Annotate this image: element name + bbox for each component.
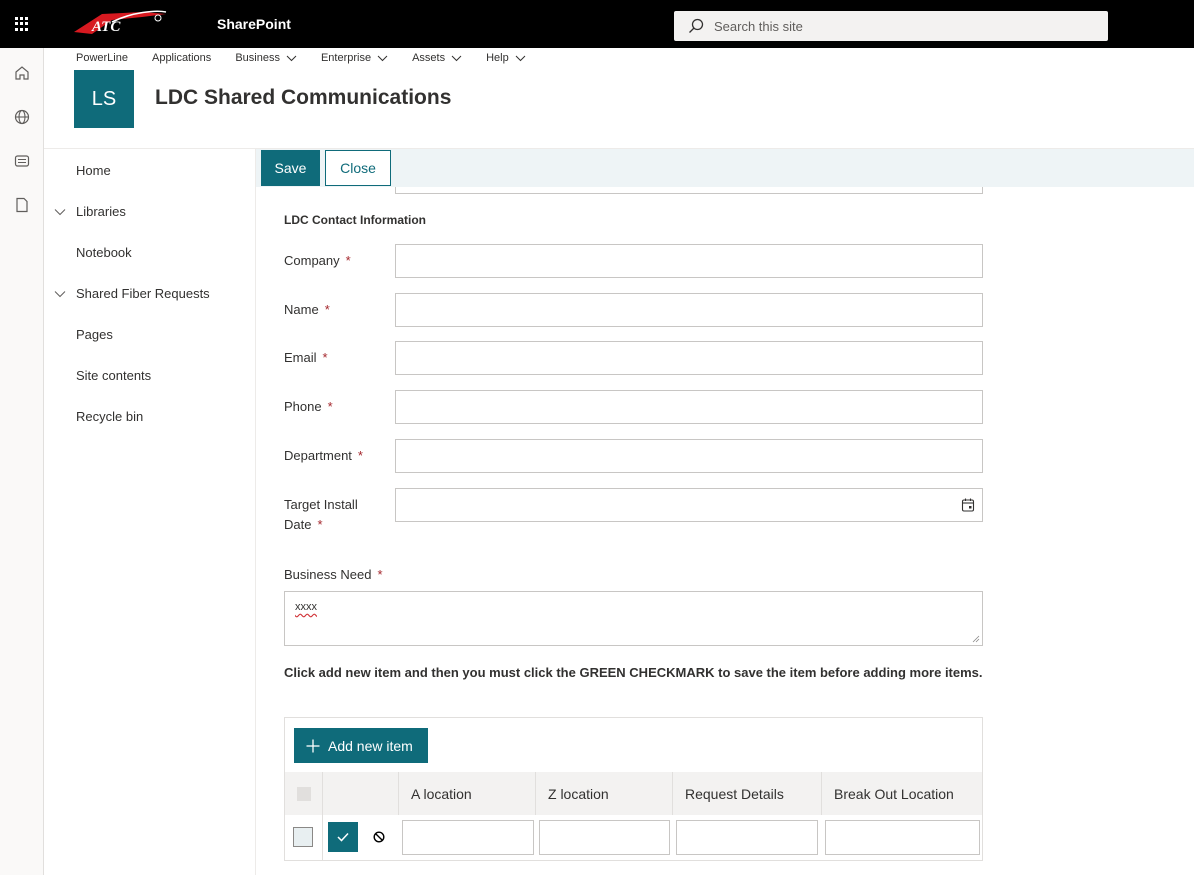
app-bar [0,48,44,875]
nav-item-pages[interactable]: Pages [76,327,113,342]
left-navigation: Home Libraries Notebook Shared Fiber Req… [44,149,256,875]
chevron-down-icon [515,55,526,61]
required-marker: * [317,517,323,532]
repeating-table-instruction: Click add new item and then you must cli… [284,665,983,680]
column-header-z-location[interactable]: Z location [535,772,672,815]
nav-item-libraries[interactable]: Libraries [76,204,126,219]
save-row-button[interactable] [328,822,358,852]
logo-text: ATC [91,19,121,35]
site-search[interactable] [674,11,1108,41]
home-icon [15,66,29,80]
phone-field[interactable] [395,390,983,424]
required-marker: * [345,253,351,268]
command-bar [256,149,1194,187]
row-select-checkbox[interactable] [293,827,313,847]
save-button[interactable]: Save [261,150,320,186]
nav-item-shared-fiber-requests[interactable]: Shared Fiber Requests [76,286,210,301]
select-all-checkbox[interactable] [297,787,311,801]
previous-field-edge [395,187,983,194]
required-marker: * [377,567,383,582]
calendar-icon[interactable] [960,497,976,513]
nav-item-home[interactable]: Home [76,163,111,178]
suite-bar: ATC SharePoint [0,0,1194,48]
business-need-textarea[interactable]: xxxx [284,591,983,646]
cancel-row-button[interactable] [364,822,394,852]
break-out-location-input[interactable] [825,820,980,855]
site-top-navigation: PowerLine Applications Business Enterpri… [76,52,550,64]
site-logo[interactable]: LS [74,70,134,128]
topnav-item-applications[interactable]: Applications [152,52,211,64]
globe-icon [14,109,30,125]
target-install-date-label: Target Install Date * [284,497,358,532]
table-header: A location Z location Request Details Br… [285,772,982,815]
business-need-label: Business Need * [284,567,383,582]
business-need-value: xxxx [295,601,317,613]
required-marker: * [322,350,328,365]
company-label: Company * [284,253,351,268]
home-button[interactable] [0,53,44,93]
close-button[interactable]: Close [325,150,391,186]
sites-button[interactable] [0,97,44,137]
chevron-down-icon[interactable] [54,208,66,216]
nav-item-recycle-bin[interactable]: Recycle bin [76,409,143,424]
files-button[interactable] [0,185,44,225]
chevron-down-icon[interactable] [54,290,66,298]
search-icon [689,18,704,33]
department-field[interactable] [395,439,983,473]
add-new-item-label: Add new item [328,737,413,754]
request-details-input[interactable] [676,820,818,855]
company-field[interactable] [395,244,983,278]
required-marker: * [327,399,333,414]
section-title: LDC Contact Information [284,213,426,227]
news-button[interactable] [0,141,44,181]
nav-item-site-contents[interactable]: Site contents [76,368,151,383]
chevron-down-icon [377,55,388,61]
z-location-input[interactable] [539,820,670,855]
topnav-item-powerline[interactable]: PowerLine [76,52,128,64]
waffle-icon [15,17,29,31]
column-header-break-out-location[interactable]: Break Out Location [821,772,982,815]
plus-icon [306,739,320,752]
topnav-item-business[interactable]: Business [235,52,297,64]
topnav-item-help[interactable]: Help [486,52,526,64]
nav-item-notebook[interactable]: Notebook [76,245,132,260]
chevron-down-icon [286,55,297,61]
name-label: Name * [284,302,330,317]
company-logo[interactable]: ATC [72,8,168,38]
chevron-down-icon [451,55,462,61]
email-field[interactable] [395,341,983,375]
checkmark-icon [337,832,349,842]
phone-label: Phone * [284,399,333,414]
document-icon [16,197,28,213]
required-marker: * [357,448,363,463]
site-title[interactable]: LDC Shared Communications [155,86,451,110]
column-divider [322,772,323,860]
department-label: Department * [284,448,363,463]
target-install-date-field[interactable] [395,488,983,522]
column-header-a-location[interactable]: A location [398,772,535,815]
news-icon [14,155,30,167]
required-marker: * [324,302,330,317]
resize-grip-icon[interactable] [972,635,980,643]
column-header-request-details[interactable]: Request Details [672,772,821,815]
topnav-item-enterprise[interactable]: Enterprise [321,52,388,64]
cancel-icon [373,831,385,843]
name-field[interactable] [395,293,983,327]
email-label: Email * [284,350,328,365]
search-input[interactable] [714,18,1094,34]
topnav-item-assets[interactable]: Assets [412,52,462,64]
app-name[interactable]: SharePoint [217,16,291,32]
app-launcher-button[interactable] [0,0,44,48]
a-location-input[interactable] [402,820,534,855]
add-new-item-button[interactable]: Add new item [294,728,428,763]
